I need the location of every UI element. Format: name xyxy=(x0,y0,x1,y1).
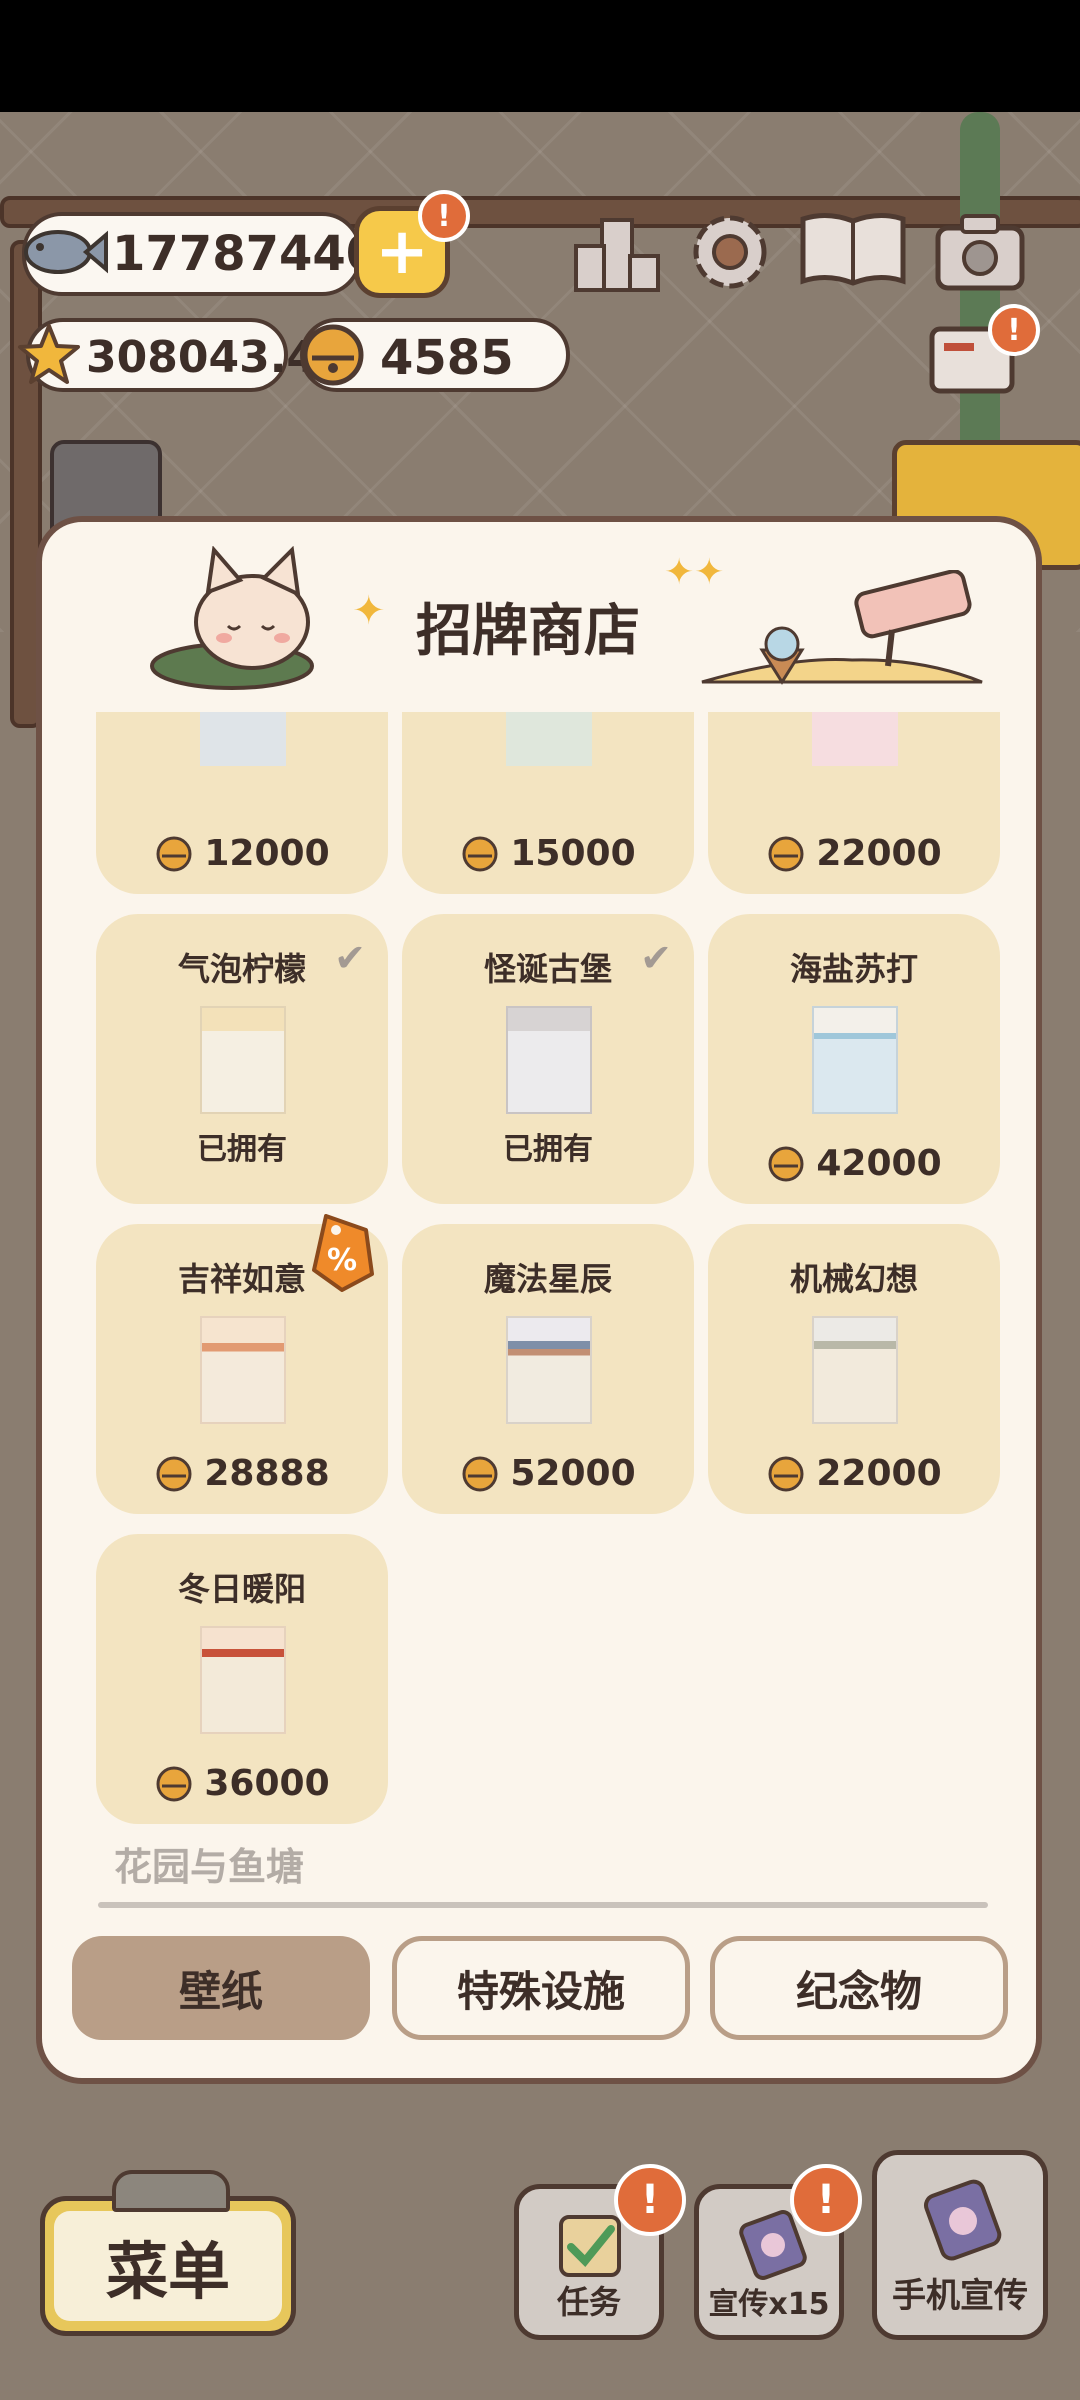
price-value: 22000 xyxy=(816,833,942,874)
wallpaper-preview xyxy=(812,1316,898,1424)
tab-wallpaper[interactable]: 壁纸 xyxy=(72,1936,370,2040)
checkmark-icon: ✔ xyxy=(334,936,366,980)
item-price: 28888 xyxy=(96,1453,388,1494)
discount-percent: % xyxy=(327,1243,357,1278)
wallpaper-preview xyxy=(812,1006,898,1114)
ranking-icon[interactable] xyxy=(572,210,662,294)
discount-tag-icon: % xyxy=(306,1212,376,1292)
menu-button[interactable]: 菜单 xyxy=(40,2196,296,2336)
wallpaper-preview xyxy=(506,1316,592,1424)
bell-icon xyxy=(156,1766,192,1801)
mail-alert-badge: ! xyxy=(988,304,1040,356)
price-value: 52000 xyxy=(510,1453,636,1494)
item-price: 12000 xyxy=(96,833,388,874)
sparkle-icon: ✦ xyxy=(352,588,386,634)
bell-count: 4585 xyxy=(380,330,514,386)
item-name: 机械幻想 xyxy=(789,1260,918,1298)
checklist-icon xyxy=(555,2211,625,2281)
price-value: 15000 xyxy=(510,833,636,874)
shop-item-card[interactable]: 怪诞古堡 ✔ 已拥有 xyxy=(402,914,694,1204)
star-icon xyxy=(14,320,84,390)
bell-icon xyxy=(768,836,804,871)
wallpaper-preview xyxy=(200,712,286,766)
price-value: 22000 xyxy=(816,1453,942,1494)
shop-item-card[interactable]: 魔法星辰 52000 xyxy=(402,1224,694,1514)
price-value: 36000 xyxy=(204,1763,330,1804)
phone-promo-button[interactable]: 手机宣传 xyxy=(872,2150,1048,2340)
gear-icon[interactable] xyxy=(684,206,776,298)
bell-icon xyxy=(156,1456,192,1491)
price-value: 12000 xyxy=(204,833,330,874)
item-name: 海盐苏打 xyxy=(789,950,918,988)
price-value: 28888 xyxy=(204,1453,330,1494)
item-price: 15000 xyxy=(402,833,694,874)
phone-promo-label: 手机宣传 xyxy=(892,2276,1028,2316)
section-divider xyxy=(98,1902,988,1908)
tasks-alert-badge: ! xyxy=(614,2164,686,2236)
item-price: 36000 xyxy=(96,1763,388,1804)
shop-item-card[interactable]: 海盐苏打 42000 xyxy=(708,914,1000,1204)
status-bar xyxy=(0,0,1080,112)
clipboard-clip-icon xyxy=(112,2170,230,2212)
shop-item-card[interactable]: 机械幻想 22000 xyxy=(708,1224,1000,1514)
fish-count: 17787440 xyxy=(112,226,380,282)
book-icon[interactable] xyxy=(796,206,910,294)
camera-icon[interactable] xyxy=(932,210,1028,294)
wallpaper-preview xyxy=(812,712,898,766)
star-count: 308043.4 xyxy=(86,332,318,383)
tab-special-facilities[interactable]: 特殊设施 xyxy=(392,1936,690,2040)
item-grid[interactable]: 12000 15000 22000 气泡柠檬 ✔ 已拥有 怪诞古堡 ✔ 已拥有 … xyxy=(42,712,1036,1882)
shop-title: 招牌商店 xyxy=(416,599,640,664)
fish-icon xyxy=(18,214,108,290)
checkmark-icon: ✔ xyxy=(640,936,672,980)
tab-souvenirs[interactable]: 纪念物 xyxy=(710,1936,1008,2040)
bell-icon xyxy=(462,836,498,871)
bell-icon xyxy=(462,1456,498,1491)
item-price: 22000 xyxy=(708,1453,1000,1494)
alert-badge: ! xyxy=(418,190,470,242)
promo-label: 宣传x15 xyxy=(708,2287,830,2322)
bell-icon xyxy=(296,318,370,392)
shop-item-card[interactable]: 15000 xyxy=(402,712,694,894)
owned-label: 已拥有 xyxy=(503,1132,593,1167)
section-label: 花园与鱼塘 xyxy=(114,1845,305,1889)
item-price: 52000 xyxy=(402,1453,694,1494)
tasks-label: 任务 xyxy=(556,2283,621,2321)
shop-item-card[interactable]: 22000 xyxy=(708,712,1000,894)
shop-panel: ✦ 招牌商店 ✦✦ 12000 15000 22000 气泡柠檬 ✔ 已拥有 怪… xyxy=(36,516,1042,2084)
item-price: 42000 xyxy=(708,1143,1000,1184)
cat-mascot-icon xyxy=(132,545,342,696)
owned-label: 已拥有 xyxy=(197,1132,287,1167)
menu-label: 菜单 xyxy=(54,2211,282,2321)
promo-alert-badge: ! xyxy=(790,2164,862,2236)
paint-roller-icon xyxy=(692,569,992,696)
shop-item-card[interactable]: 气泡柠檬 ✔ 已拥有 xyxy=(96,914,388,1204)
shop-item-card[interactable]: 12000 xyxy=(96,712,388,894)
item-name: 魔法星辰 xyxy=(483,1260,612,1298)
bell-icon xyxy=(768,1456,804,1491)
wallpaper-preview xyxy=(506,1006,592,1114)
wallpaper-preview xyxy=(200,1626,286,1734)
flyer-icon xyxy=(917,2179,1009,2267)
wallpaper-preview xyxy=(200,1316,286,1424)
wallpaper-preview xyxy=(506,712,592,766)
item-name: 冬日暖阳 xyxy=(177,1570,306,1608)
wallpaper-preview xyxy=(200,1006,286,1114)
bell-icon xyxy=(768,1146,804,1181)
bell-icon xyxy=(156,836,192,871)
shop-item-card[interactable]: 冬日暖阳 36000 xyxy=(96,1534,388,1824)
item-price: 22000 xyxy=(708,833,1000,874)
plus-icon: + xyxy=(375,215,429,289)
price-value: 42000 xyxy=(816,1143,942,1184)
